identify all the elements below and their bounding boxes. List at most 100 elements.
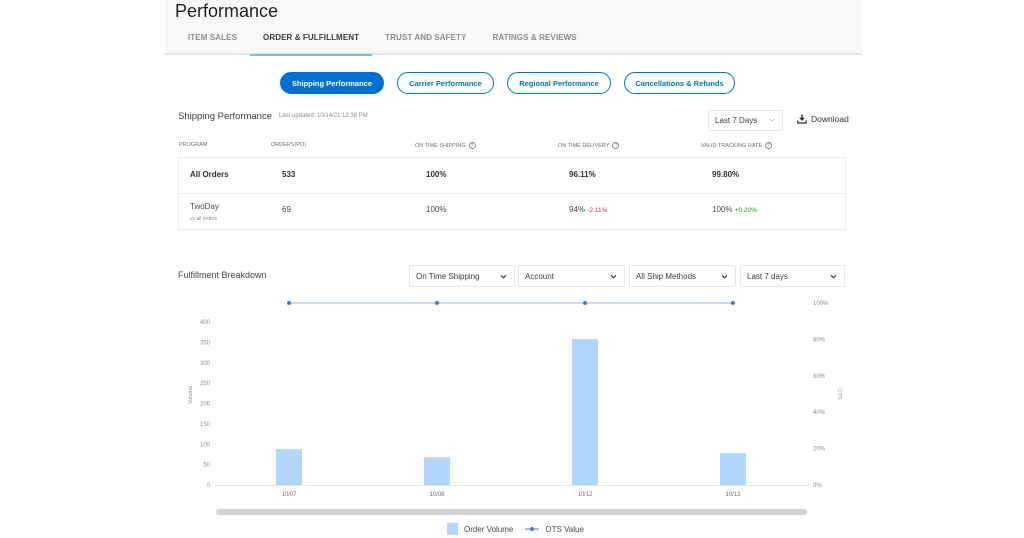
program-cell: All Orders [190,170,229,179]
pill-shipping-performance[interactable]: Shipping Performance [280,72,384,94]
col-header-on-time-delivery: ON TIME DELIVERY? [558,142,620,149]
y-tick-label: 200 [200,402,211,408]
otd-cell: 94% -2.11% [569,205,607,214]
col-header-orders: ORDERS(PO) [271,142,306,148]
otd-delta-negative: -2.11% [587,207,608,214]
vtr-cell: 99.80% [712,170,740,179]
tab-ratings-reviews[interactable]: RATINGS & REVIEWS [479,33,589,54]
bar-10-08[interactable] [424,457,450,485]
tab-trust-and-safety[interactable]: TRUST AND SAFETY [372,33,479,54]
bar-10-13[interactable] [720,453,746,485]
pill-cancellations-refunds[interactable]: Cancellations & Refunds [624,72,735,94]
chevron-down-icon [610,274,617,279]
y-tick-label: 250 [200,381,211,387]
account-select-value: Account [525,271,554,281]
left-axis-ticks: 0 50 100 150 200 250 300 350 400 [200,320,211,489]
y-axis-label: Volume [188,386,194,404]
y-tick-label: 150 [200,422,211,428]
shipping-performance-table: All Orders 533 100% 96.11% 99.80% TwoDay… [178,157,846,230]
y2-tick-label: 20% [813,447,826,453]
vtr-value: 100% [712,205,733,214]
x-tick-label: 10/12 [577,492,593,498]
otd-cell: 96.11% [569,170,596,179]
col-header-label: ON TIME DELIVERY [558,142,610,149]
x-axis-labels: 10/07 10/08 10/12 10/13 [281,492,741,498]
orders-cell: 69 [282,205,291,214]
chevron-down-icon [830,274,837,279]
x-tick-label: 10/08 [429,492,445,498]
download-label: Download [811,114,849,124]
y-tick-label: 50 [203,463,210,469]
y2-tick-label: 40% [813,410,826,416]
bar-series [276,339,746,485]
program-subtext: vs all orders [190,216,217,222]
otd-value: 94% [569,205,586,214]
vtr-cell: 100% +0.20% [712,205,757,214]
date-range-value: Last 7 Days [715,116,758,125]
fulfillment-breakdown-title: Fulfillment Breakdown [178,270,267,280]
program-cell: TwoDay [190,202,219,211]
ots-point-10-07[interactable] [287,301,291,305]
col-header-on-time-shipping: ON TIME SHIPPING? [415,142,476,149]
table-row: TwoDay vs all orders 69 100% 94% -2.11% … [179,194,845,230]
col-header-label: VALID TRACKING RATE [701,142,763,149]
download-button[interactable]: Download [797,114,849,124]
bar-10-12[interactable] [572,339,598,485]
y-tick-label: 350 [200,340,211,346]
metric-select-value: On Time Shipping [416,271,480,281]
period-select-value: Last 7 days [747,271,788,281]
help-icon[interactable]: ? [612,142,620,149]
chevron-down-icon [721,274,728,279]
tab-order-fulfillment[interactable]: ORDER & FULFILLMENT [250,33,373,56]
ots-cell: 100% [426,205,447,214]
chart-legend: Order Volume OTS Value [447,523,584,535]
metric-select[interactable]: On Time Shipping [409,265,515,287]
help-icon[interactable]: ? [468,142,476,149]
ots-point-10-12[interactable] [583,301,587,305]
ship-methods-select[interactable]: All Ship Methods [629,265,736,287]
shipping-performance-title: Shipping Performance [178,111,272,122]
period-select[interactable]: Last 7 days [740,265,845,287]
chevron-down-icon [500,274,507,279]
subnav-pills: Shipping Performance Carrier Performance… [280,72,735,94]
tab-bar: ITEM SALES ORDER & FULFILLMENT TRUST AND… [175,33,590,56]
legend-item-ots-value[interactable]: OTS Value [525,525,584,534]
chart-scrollbar[interactable] [216,509,807,515]
legend-swatch-bar [447,523,458,535]
last-updated: Last updated: 10/14/21 12:38 PM [279,113,368,119]
page-header: Performance ITEM SALES ORDER & FULFILLME… [165,0,862,56]
pill-carrier-performance[interactable]: Carrier Performance [397,72,494,94]
bar-10-07[interactable] [276,449,302,485]
legend-swatch-line [525,527,540,531]
download-icon [797,114,807,124]
col-header-program: PROGRAM [179,142,207,148]
y2-axis-label: OTS [836,388,842,400]
legend-item-order-volume[interactable]: Order Volume [447,523,513,535]
vtr-delta-positive: +0.20% [734,207,757,214]
table-row: All Orders 533 100% 96.11% 99.80% [179,158,845,194]
orders-cell: 533 [282,170,296,179]
account-select[interactable]: Account [518,265,625,287]
pill-regional-performance[interactable]: Regional Performance [507,72,611,94]
x-tick-label: 10/07 [281,492,297,498]
date-range-select[interactable]: Last 7 Days [708,110,783,131]
col-header-label: ON TIME SHIPPING [415,142,466,149]
ots-point-10-13[interactable] [731,301,735,305]
col-header-label: PROGRAM [179,142,208,148]
page-title: Performance [175,1,279,21]
x-tick-label: 10/13 [725,492,741,498]
ots-cell: 100% [426,170,447,179]
col-header-valid-tracking-rate: VALID TRACKING RATE? [701,142,773,149]
chevron-down-icon [769,118,775,122]
right-axis-ticks: 0% 20% 40% 60% 80% 100% [813,301,829,489]
legend-label: Order Volume [464,524,514,534]
line-series [287,301,735,305]
ots-point-10-08[interactable] [435,301,439,305]
tab-item-sales[interactable]: ITEM SALES [175,33,250,54]
help-icon[interactable]: ? [765,142,773,149]
y2-tick-label: 100% [813,301,829,307]
col-header-label: ORDERS(PO) [271,142,307,148]
ship-methods-select-value: All Ship Methods [636,271,697,281]
y2-tick-label: 80% [813,337,826,343]
y-tick-label: 400 [200,320,211,326]
